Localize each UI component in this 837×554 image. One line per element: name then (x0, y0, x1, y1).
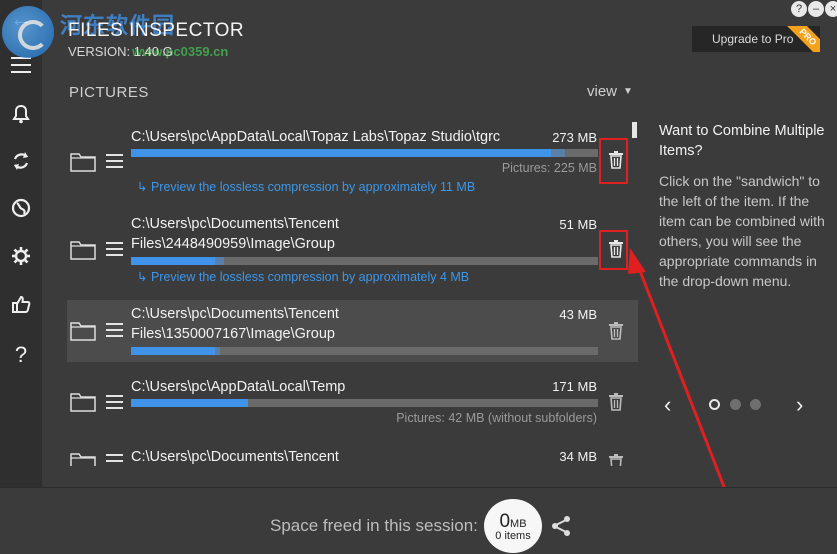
usage-bar (131, 149, 598, 157)
help-icon[interactable]: ? (0, 342, 42, 368)
folder-shape (70, 153, 96, 172)
chevron-down-icon: ▼ (623, 86, 633, 97)
annotation-arrow-line (633, 257, 737, 516)
upgrade-label: Upgrade to Pro (712, 32, 794, 46)
usage-bar-fill (131, 347, 216, 355)
tip-page-dot-2[interactable] (730, 399, 741, 410)
item-size: 51 MB (559, 217, 597, 232)
preview-compression-link[interactable]: ↳ Preview the lossless compression by ap… (137, 179, 475, 194)
return-arrow-icon: ↳ (137, 270, 151, 284)
trash-shape (609, 454, 623, 466)
space-freed-counter: 0MB 0 items (484, 499, 542, 553)
usage-bar-secondary-fill (215, 347, 220, 355)
thumbs-up-shape (12, 295, 31, 313)
trash-shape (609, 393, 623, 411)
app-title: FILES INSPECTOR (68, 20, 245, 41)
thumbs-up-icon[interactable] (0, 294, 42, 320)
refresh-icon[interactable] (0, 150, 42, 178)
list-item[interactable]: C:\Users\pc\Documents\Tencent Files\2448… (67, 210, 638, 292)
list-item[interactable]: C:\Users\pc\AppData\Local\Temp 171 MB Pi… (67, 372, 638, 432)
preview-text: Preview the lossless compression by appr… (150, 180, 476, 194)
usage-bar-secondary-fill (215, 257, 225, 265)
sandwich-menu-icon[interactable] (106, 323, 123, 341)
sidebar: ← ? (0, 0, 42, 554)
list-item[interactable]: C:\Users\pc\Documents\Tencent Files\1350… (67, 300, 638, 362)
tip-prev-chevron-left-icon[interactable]: ‹ (664, 392, 671, 418)
item-path: C:\Users\pc\Documents\Tencent Files\2448… (131, 216, 339, 252)
folder-icon[interactable] (70, 452, 96, 466)
item-path: C:\Users\pc\AppData\Local\Topaz Labs\Top… (131, 129, 501, 145)
tip-next-chevron-right-icon[interactable]: › (796, 392, 803, 418)
trash-shape (609, 322, 623, 340)
list-item[interactable]: C:\Users\pc\Documents\Tencent Files\2448… (67, 442, 638, 466)
item-size: 43 MB (559, 307, 597, 322)
close-window-button[interactable]: × (825, 1, 837, 17)
share-icon[interactable] (549, 514, 573, 538)
item-sub-info: Pictures: 42 MB (without subfolders) (396, 411, 597, 425)
space-freed-number: 0 (499, 511, 511, 532)
delete-icon[interactable] (608, 393, 624, 411)
sandwich-menu-icon[interactable] (106, 242, 123, 260)
item-sub-info: Pictures: 225 MB (501, 161, 597, 175)
list-item[interactable]: C:\Users\pc\AppData\Local\Topaz Labs\Top… (67, 122, 638, 200)
share-shape (552, 516, 570, 536)
item-size: 171 MB (552, 379, 597, 394)
annotation-highlight-box (599, 230, 628, 270)
items-count: 0 items (495, 530, 531, 542)
usage-bar-fill (131, 399, 248, 407)
item-path: C:\Users\pc\AppData\Local\Temp (131, 379, 346, 395)
tip-page-dot-3[interactable] (750, 399, 761, 410)
bell-shape (12, 104, 30, 124)
annotation-highlight-box (599, 138, 628, 184)
folder-shape (70, 453, 96, 466)
gear-shape (12, 247, 30, 265)
usage-bar-secondary-fill (551, 149, 566, 157)
usage-bar-fill (131, 257, 216, 265)
usage-bar-fill (131, 149, 552, 157)
item-path: C:\Users\pc\Documents\Tencent Files\2448… (131, 449, 339, 465)
sandwich-menu-icon[interactable] (106, 154, 123, 172)
gear-icon[interactable] (0, 246, 42, 272)
tip-title: Want to Combine Multiple Items? (659, 123, 825, 159)
help-window-button[interactable]: ? (791, 1, 807, 17)
item-size: 34 MB (559, 449, 597, 464)
tip-page-dot-1[interactable] (709, 399, 720, 410)
folder-icon[interactable] (70, 240, 96, 260)
app-version: VERSION: 1.40 G (68, 44, 173, 59)
usage-bar (131, 399, 598, 407)
view-label: view (587, 83, 618, 100)
sandwich-menu-icon[interactable] (106, 395, 123, 413)
section-title: PICTURES (69, 84, 149, 101)
folder-shape (70, 241, 96, 260)
delete-icon[interactable] (608, 454, 624, 466)
item-size: 273 MB (552, 130, 597, 145)
globe-shape (11, 198, 31, 218)
refresh-shape (13, 152, 29, 170)
delete-icon[interactable] (608, 322, 624, 340)
preview-text: Preview the lossless compression by appr… (150, 270, 470, 284)
globe-icon[interactable] (0, 198, 42, 224)
upgrade-to-pro-button[interactable]: Upgrade to Pro PRO (692, 26, 820, 52)
folder-icon[interactable] (70, 392, 96, 412)
folder-shape (70, 322, 96, 341)
bell-icon[interactable] (0, 104, 42, 130)
space-freed-unit: MB (510, 518, 527, 530)
folder-icon[interactable] (70, 321, 96, 341)
folder-icon[interactable] (70, 152, 96, 172)
space-freed-label: Space freed in this session: (270, 516, 478, 535)
folder-shape (70, 393, 96, 412)
tip-body: Click on the "sandwich" to the left of t… (659, 173, 825, 289)
item-path: C:\Users\pc\Documents\Tencent Files\1350… (131, 306, 339, 342)
usage-bar (131, 347, 598, 355)
sandwich-menu-icon[interactable] (106, 454, 123, 466)
minimize-window-button[interactable]: – (808, 1, 824, 17)
watermark-logo-icon (2, 6, 54, 58)
preview-compression-link[interactable]: ↳ Preview the lossless compression by ap… (137, 269, 469, 284)
return-arrow-icon: ↳ (137, 180, 151, 194)
view-dropdown[interactable]: view ▼ (587, 83, 633, 100)
usage-bar (131, 257, 598, 265)
